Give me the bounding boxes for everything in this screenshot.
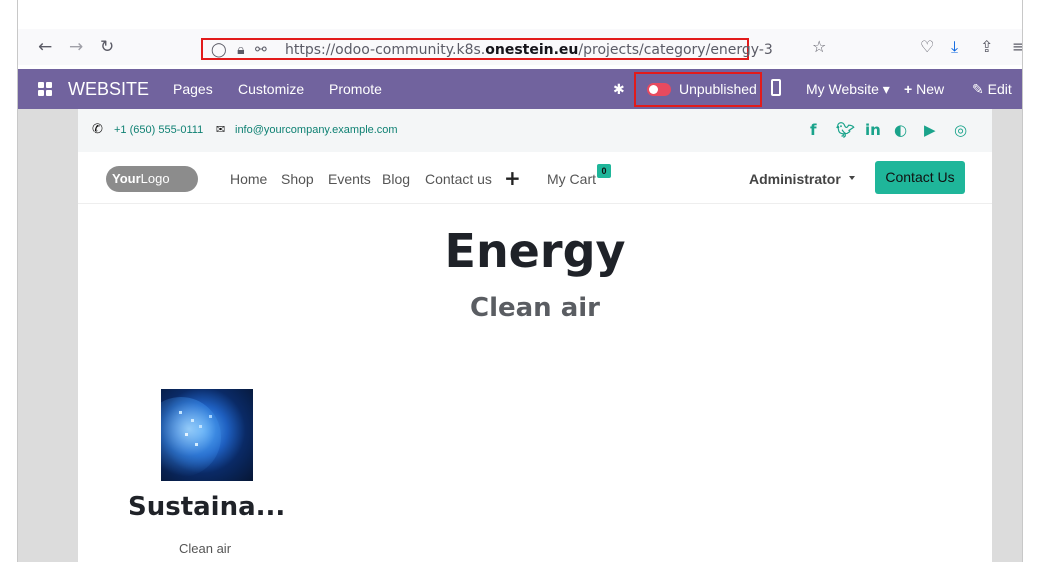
my-website-dropdown[interactable]: My Website ▾ <box>806 80 890 98</box>
phone-number[interactable]: +1 (650) 555-0111 <box>114 123 203 137</box>
nav-events[interactable]: Events <box>328 171 371 188</box>
linkedin-icon[interactable]: in <box>865 121 881 139</box>
url-path: /projects/category/energy-3 <box>578 42 773 58</box>
download-icon[interactable]: ⤓ <box>951 37 958 57</box>
twitter-icon[interactable]: 🐦︎ <box>836 121 855 139</box>
site-logo[interactable]: YourLogo <box>106 166 198 192</box>
app-title[interactable]: WEBSITE <box>68 78 149 100</box>
url-security-icons: ◯ 🔒︎ ⚯ <box>211 41 267 59</box>
caret-down-icon: ▾ <box>882 81 890 97</box>
forward-icon[interactable]: → <box>69 37 83 57</box>
edit-button[interactable]: ✎ Edit <box>972 80 1012 98</box>
user-caret-icon[interactable] <box>849 176 855 180</box>
browser-window: ← → ↻ ◯ 🔒︎ ⚯ https://odoo-community.k8s.… <box>17 0 1023 562</box>
new-label: New <box>916 81 945 97</box>
unpublished-label[interactable]: Unpublished <box>679 80 757 98</box>
phone-icon: ✆ <box>92 122 103 137</box>
nav-home[interactable]: Home <box>230 171 267 188</box>
nav-shop[interactable]: Shop <box>281 171 314 188</box>
category-subtitle: Clean air <box>469 293 600 323</box>
logo-bold-text: Your <box>112 171 141 186</box>
share-icon[interactable]: ⇪ <box>980 37 993 57</box>
bookmark-star-icon[interactable]: ☆ <box>812 37 826 57</box>
site-topbar: ✆ +1 (650) 555-0111 ✉ info@yourcompany.e… <box>78 109 992 152</box>
email-address[interactable]: info@yourcompany.example.com <box>235 123 398 137</box>
pocket-icon[interactable]: ♡ <box>920 37 934 57</box>
website-page: ✆ +1 (650) 555-0111 ✉ info@yourcompany.e… <box>78 109 992 562</box>
youtube-icon[interactable]: ▶ <box>924 121 936 139</box>
apps-menu-icon[interactable] <box>38 82 52 96</box>
address-bar[interactable]: ◯ 🔒︎ ⚯ https://odoo-community.k8s.oneste… <box>201 38 773 60</box>
logo-light-text: Logo <box>140 171 170 186</box>
site-navbar: YourLogo Home Shop Events Blog Contact u… <box>78 152 992 204</box>
envelope-icon: ✉ <box>216 123 226 136</box>
nav-contact-us[interactable]: Contact us <box>425 171 492 188</box>
my-website-label: My Website <box>806 81 879 97</box>
github-icon[interactable]: ◐ <box>894 121 907 139</box>
mobile-preview-icon[interactable] <box>771 79 781 96</box>
facebook-icon[interactable]: f <box>810 121 817 139</box>
add-menu-item-icon[interactable]: + <box>504 167 521 189</box>
publish-toggle[interactable] <box>647 83 671 96</box>
project-title[interactable]: Sustaina... <box>128 489 285 525</box>
menu-icon[interactable]: ≡ <box>1012 37 1022 57</box>
project-subtitle: Clean air <box>179 541 232 556</box>
url-domain: onestein.eu <box>485 42 579 58</box>
url-text: https://odoo-community.k8s.onestein.eu/p… <box>285 41 773 59</box>
category-title: Energy <box>444 224 626 278</box>
back-icon[interactable]: ← <box>38 37 52 57</box>
debug-bug-icon[interactable]: ✱ <box>613 80 625 98</box>
lock-icon: 🔒︎ <box>237 42 245 58</box>
new-button[interactable]: + New <box>904 80 944 98</box>
reload-icon[interactable]: ↻ <box>100 37 114 57</box>
user-menu[interactable]: Administrator <box>749 171 841 188</box>
browser-toolbar: ← → ↻ ◯ 🔒︎ ⚯ https://odoo-community.k8s.… <box>18 29 1022 65</box>
nav-my-cart[interactable]: My Cart <box>547 171 596 188</box>
instagram-icon[interactable]: ◎ <box>954 121 967 139</box>
contact-us-button[interactable]: Contact Us <box>875 161 965 194</box>
cart-count-badge: 0 <box>597 164 611 178</box>
shield-icon: ◯ <box>211 42 227 58</box>
url-prefix: https://odoo-community.k8s. <box>285 42 486 58</box>
project-thumbnail[interactable] <box>161 389 253 481</box>
nav-blog[interactable]: Blog <box>382 171 410 188</box>
odoo-website-bar: WEBSITE Pages Customize Promote ✱ Unpubl… <box>18 69 1022 109</box>
permissions-icon[interactable]: ⚯ <box>255 42 267 58</box>
menu-customize[interactable]: Customize <box>238 80 304 98</box>
edit-label: Edit <box>987 81 1012 97</box>
menu-promote[interactable]: Promote <box>329 80 382 98</box>
menu-pages[interactable]: Pages <box>173 80 213 98</box>
pencil-icon: ✎ <box>972 81 984 97</box>
plus-icon: + <box>904 81 913 97</box>
